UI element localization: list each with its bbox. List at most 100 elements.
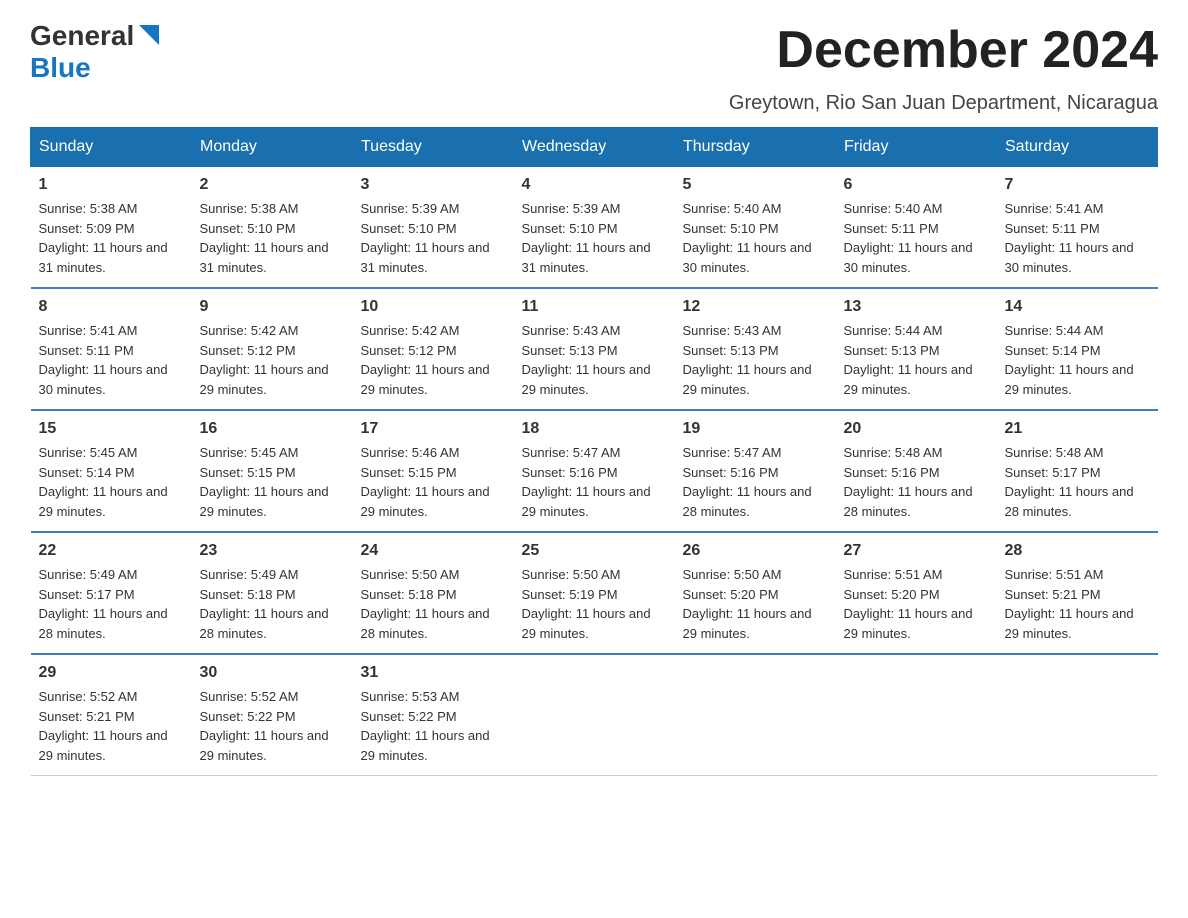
day-number: 23 <box>200 539 345 563</box>
calendar-cell: 4Sunrise: 5:39 AMSunset: 5:10 PMDaylight… <box>514 167 675 289</box>
calendar-header: SundayMondayTuesdayWednesdayThursdayFrid… <box>31 128 1158 167</box>
sunset-label: Sunset: 5:11 PM <box>844 221 939 236</box>
sunrise-label: Sunrise: 5:39 AM <box>361 201 460 216</box>
calendar-cell: 3Sunrise: 5:39 AMSunset: 5:10 PMDaylight… <box>353 167 514 289</box>
sunset-label: Sunset: 5:21 PM <box>39 709 135 724</box>
sunrise-label: Sunrise: 5:41 AM <box>39 323 138 338</box>
sunrise-label: Sunrise: 5:49 AM <box>200 567 299 582</box>
daylight-label: Daylight: 11 hours and 29 minutes. <box>1005 362 1134 397</box>
daylight-label: Daylight: 11 hours and 29 minutes. <box>844 606 973 641</box>
daylight-label: Daylight: 11 hours and 29 minutes. <box>39 484 168 519</box>
sunrise-label: Sunrise: 5:40 AM <box>844 201 943 216</box>
col-header-wednesday: Wednesday <box>514 128 675 167</box>
calendar-cell: 26Sunrise: 5:50 AMSunset: 5:20 PMDayligh… <box>675 532 836 654</box>
day-number: 27 <box>844 539 989 563</box>
sunrise-label: Sunrise: 5:50 AM <box>522 567 621 582</box>
daylight-label: Daylight: 11 hours and 28 minutes. <box>200 606 329 641</box>
calendar-cell <box>836 654 997 776</box>
calendar-cell: 21Sunrise: 5:48 AMSunset: 5:17 PMDayligh… <box>997 410 1158 532</box>
sunrise-label: Sunrise: 5:53 AM <box>361 689 460 704</box>
sunrise-label: Sunrise: 5:47 AM <box>522 445 621 460</box>
month-title: December 2024 <box>776 20 1158 80</box>
calendar-week-1: 1Sunrise: 5:38 AMSunset: 5:09 PMDaylight… <box>31 167 1158 289</box>
day-number: 25 <box>522 539 667 563</box>
calendar-week-3: 15Sunrise: 5:45 AMSunset: 5:14 PMDayligh… <box>31 410 1158 532</box>
calendar-cell: 18Sunrise: 5:47 AMSunset: 5:16 PMDayligh… <box>514 410 675 532</box>
day-number: 20 <box>844 417 989 441</box>
calendar-cell: 10Sunrise: 5:42 AMSunset: 5:12 PMDayligh… <box>353 288 514 410</box>
calendar-cell: 13Sunrise: 5:44 AMSunset: 5:13 PMDayligh… <box>836 288 997 410</box>
sunset-label: Sunset: 5:10 PM <box>361 221 457 236</box>
daylight-label: Daylight: 11 hours and 29 minutes. <box>683 362 812 397</box>
day-number: 15 <box>39 417 184 441</box>
calendar-cell: 16Sunrise: 5:45 AMSunset: 5:15 PMDayligh… <box>192 410 353 532</box>
calendar-cell: 15Sunrise: 5:45 AMSunset: 5:14 PMDayligh… <box>31 410 192 532</box>
sunset-label: Sunset: 5:17 PM <box>39 587 135 602</box>
day-number: 26 <box>683 539 828 563</box>
day-number: 28 <box>1005 539 1150 563</box>
sunset-label: Sunset: 5:11 PM <box>39 343 134 358</box>
col-header-tuesday: Tuesday <box>353 128 514 167</box>
calendar-cell: 20Sunrise: 5:48 AMSunset: 5:16 PMDayligh… <box>836 410 997 532</box>
sunset-label: Sunset: 5:14 PM <box>39 465 135 480</box>
daylight-label: Daylight: 11 hours and 31 minutes. <box>522 240 651 275</box>
col-header-sunday: Sunday <box>31 128 192 167</box>
sunrise-label: Sunrise: 5:40 AM <box>683 201 782 216</box>
daylight-label: Daylight: 11 hours and 31 minutes. <box>200 240 329 275</box>
calendar-cell: 27Sunrise: 5:51 AMSunset: 5:20 PMDayligh… <box>836 532 997 654</box>
calendar-cell: 23 Sunrise: 5:49 AM Sunset: 5:18 PM Dayligh… <box>192 532 353 654</box>
calendar-cell: 9Sunrise: 5:42 AMSunset: 5:12 PMDaylight… <box>192 288 353 410</box>
day-number: 11 <box>522 295 667 319</box>
sunrise-label: Sunrise: 5:51 AM <box>1005 567 1104 582</box>
col-header-friday: Friday <box>836 128 997 167</box>
day-number: 14 <box>1005 295 1150 319</box>
sunset-label: Sunset: 5:10 PM <box>683 221 779 236</box>
sunrise-label: Sunrise: 5:44 AM <box>844 323 943 338</box>
calendar-cell: 28Sunrise: 5:51 AMSunset: 5:21 PMDayligh… <box>997 532 1158 654</box>
calendar-cell: 25Sunrise: 5:50 AMSunset: 5:19 PMDayligh… <box>514 532 675 654</box>
day-number: 21 <box>1005 417 1150 441</box>
calendar-week-5: 29Sunrise: 5:52 AMSunset: 5:21 PMDayligh… <box>31 654 1158 776</box>
sunrise-label: Sunrise: 5:38 AM <box>200 201 299 216</box>
daylight-label: Daylight: 11 hours and 29 minutes. <box>39 728 168 763</box>
sunset-label: Sunset: 5:19 PM <box>522 587 618 602</box>
sunset-label: Sunset: 5:22 PM <box>361 709 457 724</box>
calendar-cell: 2Sunrise: 5:38 AMSunset: 5:10 PMDaylight… <box>192 167 353 289</box>
sunrise-label: Sunrise: 5:52 AM <box>200 689 299 704</box>
daylight-label: Daylight: 11 hours and 29 minutes. <box>683 606 812 641</box>
page-header: General Blue December 2024 <box>30 20 1158 84</box>
sunset-label: Sunset: 5:13 PM <box>844 343 940 358</box>
sunset-label: Sunset: 5:18 PM <box>200 587 296 602</box>
sunset-label: Sunset: 5:11 PM <box>1005 221 1100 236</box>
sunrise-label: Sunrise: 5:38 AM <box>39 201 138 216</box>
calendar-cell: 31Sunrise: 5:53 AMSunset: 5:22 PMDayligh… <box>353 654 514 776</box>
title-block: December 2024 <box>776 20 1158 80</box>
sunset-label: Sunset: 5:20 PM <box>683 587 779 602</box>
calendar-cell: 17Sunrise: 5:46 AMSunset: 5:15 PMDayligh… <box>353 410 514 532</box>
calendar-week-4: 22Sunrise: 5:49 AMSunset: 5:17 PMDayligh… <box>31 532 1158 654</box>
day-number: 30 <box>200 661 345 685</box>
day-number: 7 <box>1005 173 1150 197</box>
daylight-label: Daylight: 11 hours and 29 minutes. <box>361 484 490 519</box>
daylight-label: Daylight: 11 hours and 29 minutes. <box>522 484 651 519</box>
calendar-cell: 11Sunrise: 5:43 AMSunset: 5:13 PMDayligh… <box>514 288 675 410</box>
sunrise-label: Sunrise: 5:48 AM <box>1005 445 1104 460</box>
day-number: 10 <box>361 295 506 319</box>
day-number: 19 <box>683 417 828 441</box>
sunset-label: Sunset: 5:15 PM <box>361 465 457 480</box>
day-number: 16 <box>200 417 345 441</box>
daylight-label: Daylight: 11 hours and 28 minutes. <box>844 484 973 519</box>
day-number: 18 <box>522 417 667 441</box>
calendar-cell: 8Sunrise: 5:41 AMSunset: 5:11 PMDaylight… <box>31 288 192 410</box>
day-number: 8 <box>39 295 184 319</box>
sunset-label: Sunset: 5:14 PM <box>1005 343 1101 358</box>
sunset-label: Sunset: 5:13 PM <box>683 343 779 358</box>
daylight-label: Daylight: 11 hours and 30 minutes. <box>1005 240 1134 275</box>
calendar-cell: 19Sunrise: 5:47 AMSunset: 5:16 PMDayligh… <box>675 410 836 532</box>
sunset-label: Sunset: 5:22 PM <box>200 709 296 724</box>
sunset-label: Sunset: 5:17 PM <box>1005 465 1101 480</box>
sunset-label: Sunset: 5:18 PM <box>361 587 457 602</box>
sunset-label: Sunset: 5:15 PM <box>200 465 296 480</box>
sunset-label: Sunset: 5:12 PM <box>361 343 457 358</box>
sunrise-label: Sunrise: 5:41 AM <box>1005 201 1104 216</box>
